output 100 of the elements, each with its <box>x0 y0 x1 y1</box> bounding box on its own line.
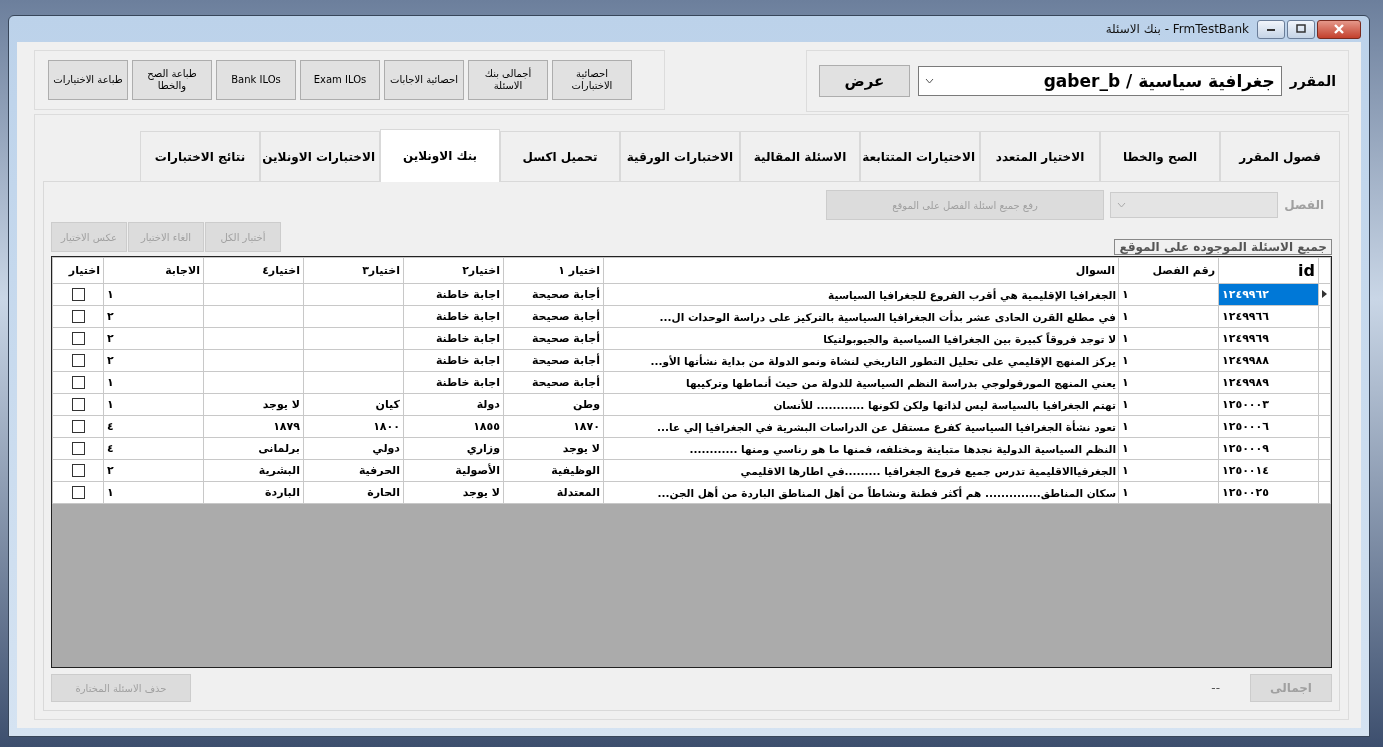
minimize-button[interactable] <box>1257 19 1285 39</box>
table-cell: يركز المنهج الإقليمي على تحليل التطور التاريخي لنشاة ونمو الدولة من بداية نشأتها الأو... <box>603 349 1119 372</box>
tab[interactable]: الاختيارات المتتابعة <box>860 131 980 181</box>
table-cell: دولة <box>403 393 504 416</box>
table-cell: ١٢٤٩٩٦٩ <box>1218 327 1319 350</box>
table-cell: برلمانى <box>203 437 304 460</box>
table-cell: الأصولية <box>403 459 504 482</box>
tab[interactable]: الاختبارات الورقية <box>620 131 740 181</box>
table-cell: تهتم الجغرافيا بالسياسة ليس لذاتها ولكن لكونها ............ للأنسان <box>603 393 1119 416</box>
checkbox[interactable] <box>71 464 85 478</box>
table-cell: لا يوجد <box>203 393 304 416</box>
close-icon <box>1332 23 1346 35</box>
table-cell: ١ <box>1118 393 1219 416</box>
table-cell: اجابة خاطنة <box>403 305 504 328</box>
table-cell: ١٢٤٩٩٨٩ <box>1218 371 1319 394</box>
column-header[interactable]: اختيار ١ <box>503 257 604 284</box>
table-cell: اجابة خاطنة <box>403 349 504 372</box>
checkbox[interactable] <box>71 442 85 456</box>
table-cell: ١٨٥٥ <box>403 415 504 438</box>
table-cell: الباردة <box>203 481 304 504</box>
table-cell: ١٢٥٠٠٢٥ <box>1218 481 1319 504</box>
table-cell: أجابة صحيحة <box>503 349 604 372</box>
table-cell: يعني المنهج المورفولوجي بدراسة النظم السياسية للدولة من حيث أنماطها وتركيبها <box>603 371 1119 394</box>
table-cell: ١ <box>103 393 204 416</box>
tab[interactable]: بنك الاونلاين <box>380 129 500 182</box>
table-cell: ١٢٤٩٩٨٨ <box>1218 349 1319 372</box>
table-cell: ١ <box>1118 305 1219 328</box>
chapter-label: الفصل <box>1284 198 1324 212</box>
column-header[interactable]: اختيار٤ <box>203 257 304 284</box>
maximize-button[interactable] <box>1287 19 1315 39</box>
table-cell: لا يوجد <box>503 437 604 460</box>
table-cell: ٢ <box>103 459 204 482</box>
column-header[interactable]: الاجابة <box>103 257 204 284</box>
toolbar-button[interactable]: أجمالى بنك الاسئلة <box>468 60 548 100</box>
checkbox[interactable] <box>71 376 85 390</box>
checkbox[interactable] <box>71 354 85 368</box>
course-dropdown[interactable]: جغرافية سياسية / gaber_b <box>917 66 1282 96</box>
column-header[interactable]: السوال <box>603 257 1119 284</box>
total-value: -- <box>1211 681 1220 695</box>
table-cell: ١ <box>1118 349 1219 372</box>
table-cell: ١ <box>1118 327 1219 350</box>
checkbox[interactable] <box>71 332 85 346</box>
tab[interactable]: الاختبارات الاونلاين <box>260 131 380 181</box>
table-cell: الوظيفية <box>503 459 604 482</box>
caret-icon <box>924 78 934 84</box>
checkbox[interactable] <box>71 310 85 324</box>
toolbar-button[interactable]: Bank ILOs <box>216 60 296 100</box>
table-cell: ٤ <box>103 437 204 460</box>
table-cell: ١ <box>1118 481 1219 504</box>
tab[interactable]: تحميل اكسل <box>500 131 620 181</box>
table-cell: أجابة صحيحة <box>503 371 604 394</box>
table-cell: ١٢٥٠٠٠٩ <box>1218 437 1319 460</box>
checkbox[interactable] <box>71 420 85 434</box>
table-cell: ٢ <box>103 349 204 372</box>
table-cell: ٢ <box>103 327 204 350</box>
table-cell: وطن <box>503 393 604 416</box>
table-cell: ١٢٤٩٩٦٦ <box>1218 305 1319 328</box>
table-cell: سكان المناطق.............. هم أكثر فطنة ونشاطاً من أهل المناطق الباردة من أهل الجن... <box>603 481 1119 504</box>
table-cell: ١٢٥٠٠١٤ <box>1218 459 1319 482</box>
table-cell: المعتدلة <box>503 481 604 504</box>
table-cell: ١٢٥٠٠٠٣ <box>1218 393 1319 416</box>
table-cell: دولي <box>303 437 404 460</box>
tab[interactable]: الصح والخطا <box>1100 131 1220 181</box>
column-header[interactable]: id <box>1218 257 1319 284</box>
checkbox[interactable] <box>71 398 85 412</box>
table-cell: ٤ <box>103 415 204 438</box>
tab[interactable]: فصول المقرر <box>1220 131 1340 181</box>
column-header[interactable]: اختيار٢ <box>403 257 504 284</box>
table-cell: الحارة <box>303 481 404 504</box>
column-header[interactable]: اختيار <box>52 257 104 284</box>
table-cell: لا يوجد <box>403 481 504 504</box>
tab[interactable]: الاسئلة المقالية <box>740 131 860 181</box>
table-cell: ١ <box>1118 283 1219 306</box>
table-cell: ١ <box>1118 371 1219 394</box>
table-cell: لا توجد فروقاً كبيرة بين الجغرافيا السياسية والجيوبولتيكا <box>603 327 1119 350</box>
table-cell: كيان <box>303 393 404 416</box>
toolbar-button[interactable]: طباعة الصح والخطا <box>132 60 212 100</box>
table-cell: الجغرافيا الإقليمية هي أقرب الفروع للجغرافيا السياسية <box>603 283 1119 306</box>
table-cell: في مطلع القرن الحادى عشر بدأت الجغرافيا السياسية بالتركيز على دراسة الوحدات ال... <box>603 305 1119 328</box>
toolbar-button[interactable]: طباعة الاختيارات <box>48 60 128 100</box>
toolbar-button[interactable]: Exam ILOs <box>300 60 380 100</box>
show-button[interactable]: عرض <box>819 65 910 97</box>
table-cell: اجابة خاطنة <box>403 371 504 394</box>
table-cell: ١٨٠٠ <box>303 415 404 438</box>
column-header[interactable]: اختيار٣ <box>303 257 404 284</box>
toolbar-button[interactable]: احصائية الاجابات <box>384 60 464 100</box>
close-button[interactable] <box>1317 19 1361 39</box>
maximize-icon <box>1295 24 1307 34</box>
checkbox[interactable] <box>71 288 85 302</box>
table-cell: ١ <box>1118 459 1219 482</box>
tab[interactable]: الاختيار المتعدد <box>980 131 1100 181</box>
table-cell: النظم السياسية الدولية نجدها متباينة ومختلفه، فمنها ما هو رناسي ومنها ............ <box>603 437 1119 460</box>
column-header[interactable]: رقم الفصل <box>1118 257 1219 284</box>
all-questions-label: جميع الاسئلة الموجوده على الموقع <box>1114 239 1332 255</box>
table-cell: ١ <box>103 481 204 504</box>
table-cell: الجغرفياالاقليمية تدرس جميع فروع الجغرافيا .........في اطارها الاقليمي <box>603 459 1119 482</box>
table-cell: تعود نشأة الجغرافيا السياسية كفرع مستقل عن الدراسات البشرية في الجغرافيا إلي عا... <box>603 415 1119 438</box>
toolbar-button[interactable]: احصائية الاختبارات <box>552 60 632 100</box>
tab[interactable]: نتائج الاختبارات <box>140 131 260 181</box>
checkbox[interactable] <box>71 486 85 500</box>
